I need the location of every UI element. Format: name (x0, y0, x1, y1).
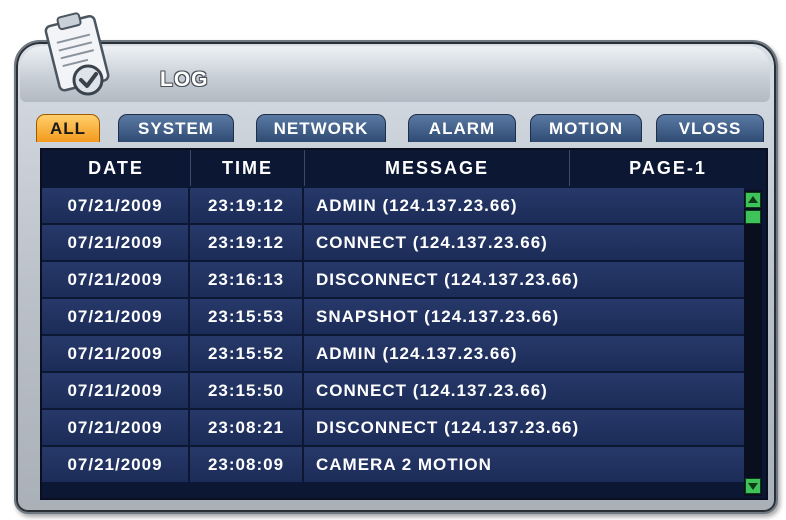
row-time: 23:15:52 (190, 336, 304, 371)
row-date: 07/21/2009 (42, 262, 190, 297)
table-row[interactable]: 07/21/2009 23:15:53 SNAPSHOT (124.137.23… (42, 299, 744, 336)
row-time: 23:19:12 (190, 225, 304, 260)
row-date: 07/21/2009 (42, 336, 190, 371)
title-bar: LOG (20, 46, 770, 102)
table-row[interactable]: 07/21/2009 23:15:50 CONNECT (124.137.23.… (42, 373, 744, 410)
row-message: ADMIN (124.137.23.66) (316, 344, 518, 363)
table-row[interactable]: 07/21/2009 23:08:09 CAMERA 2 MOTION (42, 447, 744, 484)
table-row[interactable]: 07/21/2009 23:19:12 CONNECT (124.137.23.… (42, 225, 744, 262)
scrollbar[interactable] (744, 190, 762, 496)
row-date: 07/21/2009 (42, 373, 190, 408)
tab-vloss[interactable]: VLOSS (656, 114, 764, 142)
header-date: DATE (42, 150, 191, 186)
window-title: LOG (160, 68, 209, 91)
header-message: MESSAGE (305, 150, 570, 186)
row-message: ADMIN (124.137.23.66) (316, 196, 518, 215)
log-table: DATE TIME MESSAGE PAGE-1 07/21/2009 23:1… (40, 148, 768, 500)
table-row[interactable]: 07/21/2009 23:19:12 ADMIN (124.137.23.66… (42, 188, 744, 225)
table-row[interactable]: 07/21/2009 23:08:21 DISCONNECT (124.137.… (42, 410, 744, 447)
header-time: TIME (191, 150, 305, 186)
table-row[interactable]: 07/21/2009 23:15:52 ADMIN (124.137.23.66… (42, 336, 744, 373)
table-row[interactable]: 07/21/2009 23:16:13 DISCONNECT (124.137.… (42, 262, 744, 299)
row-time: 23:15:53 (190, 299, 304, 334)
row-date: 07/21/2009 (42, 225, 190, 260)
row-message: CAMERA 2 MOTION (316, 455, 492, 474)
arrow-up-icon (748, 196, 758, 203)
scroll-up-button[interactable] (745, 192, 761, 208)
clipboard-check-icon (44, 12, 110, 96)
tab-system[interactable]: SYSTEM (118, 114, 234, 142)
log-rows: 07/21/2009 23:19:12 ADMIN (124.137.23.66… (42, 188, 744, 484)
row-message: DISCONNECT (124.137.23.66) (316, 418, 580, 437)
row-time: 23:08:09 (190, 447, 304, 482)
tab-all[interactable]: ALL (36, 114, 100, 142)
row-message: CONNECT (124.137.23.66) (316, 233, 548, 252)
tab-alarm[interactable]: ALARM (408, 114, 516, 142)
row-time: 23:16:13 (190, 262, 304, 297)
row-date: 07/21/2009 (42, 188, 190, 223)
scroll-thumb[interactable] (745, 210, 761, 224)
row-date: 07/21/2009 (42, 299, 190, 334)
tab-motion[interactable]: MOTION (530, 114, 642, 142)
row-date: 07/21/2009 (42, 410, 190, 445)
row-message: DISCONNECT (124.137.23.66) (316, 270, 580, 289)
row-message: CONNECT (124.137.23.66) (316, 381, 548, 400)
row-date: 07/21/2009 (42, 447, 190, 482)
row-time: 23:08:21 (190, 410, 304, 445)
page-indicator: PAGE-1 (629, 158, 707, 178)
row-time: 23:15:50 (190, 373, 304, 408)
table-header: DATE TIME MESSAGE PAGE-1 (42, 150, 766, 186)
row-message: SNAPSHOT (124.137.23.66) (316, 307, 560, 326)
tab-network[interactable]: NETWORK (256, 114, 386, 142)
arrow-down-icon (748, 483, 758, 490)
scroll-down-button[interactable] (745, 478, 761, 494)
row-time: 23:19:12 (190, 188, 304, 223)
